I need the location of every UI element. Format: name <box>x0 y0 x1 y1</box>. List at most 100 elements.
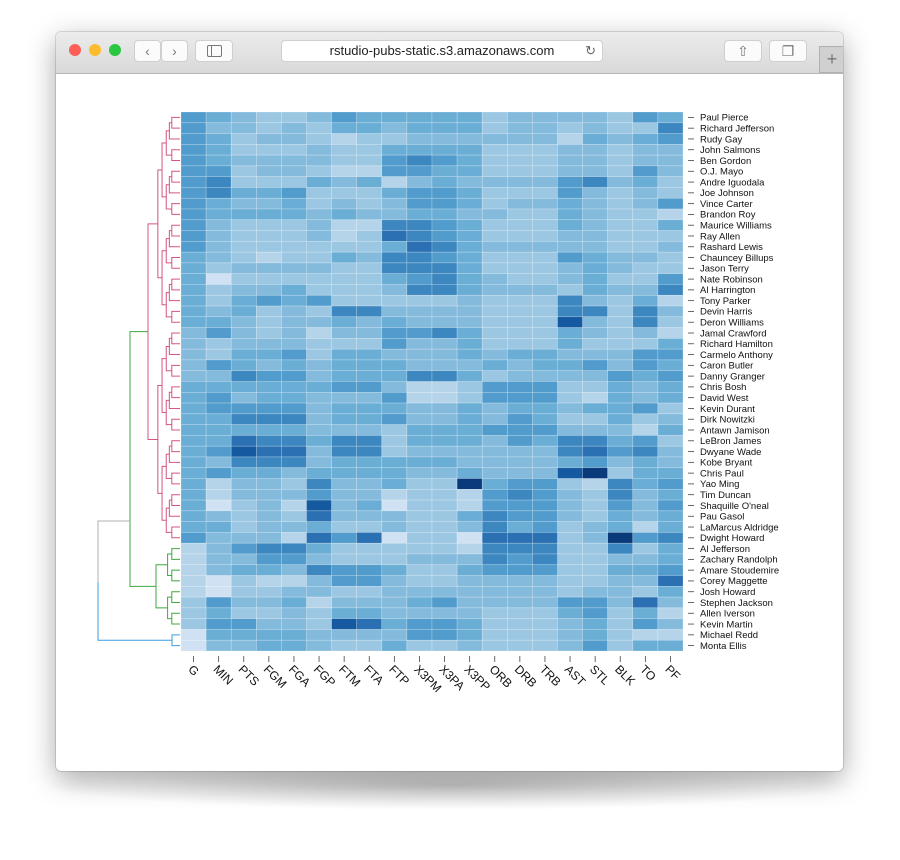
heatmap-cell <box>381 111 408 124</box>
heatmap-cell <box>406 402 433 415</box>
heatmap-cell <box>481 532 508 544</box>
heatmap-cell <box>255 391 282 404</box>
heatmap-cell <box>406 596 433 609</box>
heatmap-cell <box>406 176 433 188</box>
heatmap-cell <box>281 176 307 188</box>
heatmap-cell <box>506 154 533 167</box>
heatmap-cell <box>632 262 659 275</box>
dendrogram-branch <box>168 122 180 140</box>
heatmap-cell <box>255 111 282 124</box>
heatmap-cell <box>356 316 383 328</box>
heatmap-cell <box>481 316 508 328</box>
heatmap-cell <box>281 370 307 382</box>
heatmap-cell <box>180 294 207 307</box>
heatmap-cell <box>431 456 458 469</box>
heatmap-cell <box>607 553 634 566</box>
heatmap-cell <box>431 435 458 447</box>
heatmap-cell <box>431 144 458 156</box>
heatmap-cell <box>557 208 583 221</box>
heatmap-cell <box>557 402 583 415</box>
heatmap-cell <box>306 488 332 501</box>
dendrogram-branch <box>171 569 180 582</box>
dendrogram-branch <box>171 332 180 345</box>
heatmap-cell <box>532 564 558 576</box>
heatmap-cell <box>532 478 558 490</box>
heatmap-cell <box>607 241 634 253</box>
heatmap-cell <box>506 370 533 382</box>
heatmap-cell <box>557 154 583 167</box>
heatmap-cell <box>657 532 684 544</box>
heatmap-cell <box>456 273 483 285</box>
heatmap-cell <box>180 273 207 285</box>
heatmap-cell <box>281 564 307 576</box>
heatmap-cell <box>481 575 508 587</box>
heatmap-cell <box>230 510 257 522</box>
heatmap-cell <box>557 241 583 253</box>
row-label: Dwyane Wade <box>700 447 761 458</box>
heatmap-cell <box>255 197 282 210</box>
heatmap-cell <box>607 532 634 544</box>
heatmap-cell <box>607 133 634 145</box>
heatmap-cell <box>306 381 332 393</box>
heatmap-cell <box>431 521 458 533</box>
column-label: ORB <box>487 662 515 690</box>
heatmap-cell <box>657 111 684 124</box>
heatmap-cell <box>431 370 458 382</box>
heatmap-cell <box>632 327 659 339</box>
heatmap-cell <box>281 542 307 555</box>
heatmap-cell <box>532 294 558 307</box>
heatmap-cell <box>381 359 408 372</box>
heatmap-cell <box>582 348 608 361</box>
heatmap-cell <box>632 338 659 350</box>
heatmap-cell <box>406 381 433 393</box>
heatmap-cell <box>406 187 433 199</box>
heatmap-cell <box>281 391 307 404</box>
heatmap-cell <box>632 553 659 566</box>
heatmap-cell <box>255 154 282 167</box>
heatmap-cell <box>255 618 282 630</box>
heatmap-cell <box>557 284 583 296</box>
heatmap-cell <box>607 456 634 469</box>
heatmap-cell <box>481 359 508 372</box>
heatmap-cell <box>205 402 232 415</box>
heatmap-cell <box>582 316 608 328</box>
heatmap-cell <box>406 607 433 619</box>
heatmap-cell <box>632 456 659 469</box>
heatmap-cell <box>306 542 332 555</box>
heatmap-cell <box>331 575 358 587</box>
heatmap-cell <box>582 629 608 641</box>
heatmap-cell <box>406 499 433 512</box>
heatmap-cell <box>532 327 558 339</box>
heatmap-cell <box>205 348 232 361</box>
heatmap-cell <box>532 596 558 609</box>
heatmap-cell <box>406 467 433 479</box>
row-label: Shaquille O'neal <box>700 501 769 512</box>
column-label: FTP <box>386 662 412 688</box>
column-label: G <box>185 662 202 679</box>
heatmap-cell <box>230 478 257 490</box>
heatmap-cell <box>431 542 458 555</box>
heatmap-cell <box>281 499 307 512</box>
heatmap-cell <box>481 370 508 382</box>
heatmap-cell <box>582 521 608 533</box>
heatmap-cell <box>582 154 608 167</box>
dendrogram-branch <box>167 596 172 620</box>
heatmap-cell <box>406 230 433 242</box>
heatmap-cell <box>657 165 684 177</box>
heatmap-cell <box>481 144 508 156</box>
heatmap-cell <box>557 165 583 177</box>
heatmap-cell <box>205 542 232 555</box>
heatmap-cell <box>431 176 458 188</box>
row-label: Al Harrington <box>700 285 755 296</box>
heatmap-cell <box>582 208 608 221</box>
heatmap-cell <box>431 413 458 425</box>
heatmap-cell <box>456 359 483 372</box>
heatmap-cell <box>406 575 433 587</box>
heatmap-cell <box>331 133 358 145</box>
heatmap-cell <box>431 596 458 609</box>
heatmap-cell <box>481 338 508 350</box>
heatmap-cell <box>456 327 483 339</box>
heatmap-cell <box>632 359 659 372</box>
heatmap-cell <box>506 348 533 361</box>
heatmap-cell <box>356 607 383 619</box>
